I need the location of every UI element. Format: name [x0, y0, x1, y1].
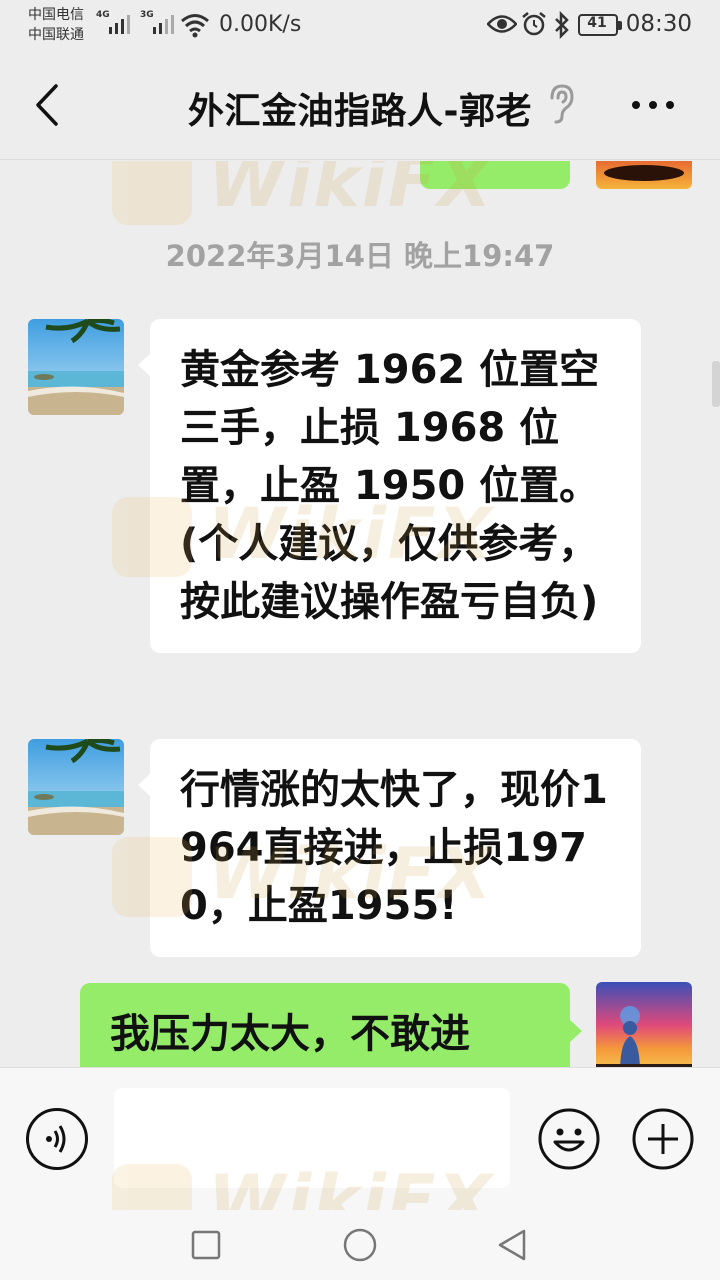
avatar-sunset-image	[596, 982, 692, 1067]
input-bar: WikiFX	[0, 1067, 720, 1244]
ear-icon	[550, 84, 574, 124]
battery-indicator: 41	[578, 14, 622, 36]
add-button[interactable]	[632, 1108, 694, 1170]
avatar-beach-image	[28, 739, 124, 835]
message-input[interactable]	[114, 1088, 510, 1188]
alarm-icon	[522, 12, 546, 36]
contact-avatar[interactable]	[28, 319, 124, 415]
my-avatar[interactable]	[596, 161, 692, 189]
wifi-icon	[181, 14, 209, 38]
back-triangle-icon[interactable]	[492, 1225, 532, 1265]
network-speed: 0.00K/s	[219, 12, 302, 37]
more-dots-icon[interactable]	[628, 90, 678, 120]
carrier-1: 中国电信	[28, 7, 84, 23]
home-icon[interactable]	[340, 1225, 380, 1265]
system-navigation-bar	[0, 1210, 720, 1280]
carrier-stack: 中国电信 中国联通	[28, 5, 84, 45]
avatar-beach-image	[28, 319, 124, 415]
contact-avatar[interactable]	[28, 739, 124, 835]
recent-apps-icon[interactable]	[186, 1225, 226, 1265]
message-text: 黄金参考 1962 位置空三手，止损 1968 位置，止盈 1950 位置。(个…	[180, 347, 600, 625]
my-avatar[interactable]	[596, 982, 692, 1067]
outgoing-message-bubble[interactable]: 我压力太大，不敢进	[80, 983, 582, 1067]
message-text: 我压力太大，不敢进	[110, 1011, 470, 1057]
plus-circle-icon	[632, 1108, 694, 1170]
voice-icon	[46, 1125, 66, 1153]
chat-title: 外汇金油指路人-郭老	[188, 91, 532, 132]
signal-bars-icon	[109, 15, 130, 34]
chat-timestamp: 2022年3月14日 晚上19:47	[165, 239, 555, 273]
carrier-2: 中国联通	[28, 27, 84, 43]
scrollbar-thumb[interactable]	[712, 361, 720, 407]
incoming-message-bubble[interactable]: 行情涨的太快了，现价1964直接进，止损1970，止盈1955!	[138, 739, 641, 957]
message-text: 行情涨的太快了，现价1964直接进，止损1970，止盈1955!	[180, 767, 608, 929]
status-bar: 中国电信 中国联通 4G 3G 0.00K/s 41 08:30	[0, 0, 720, 50]
watermark-logo-icon	[112, 161, 192, 225]
clock: 08:30	[625, 11, 692, 37]
emoji-icon	[538, 1108, 600, 1170]
incoming-message-bubble[interactable]: 黄金参考 1962 位置空三手，止损 1968 位置，止盈 1950 位置。(个…	[138, 319, 641, 653]
eye-icon	[487, 15, 517, 33]
previous-outgoing-bubble[interactable]	[420, 161, 570, 189]
voice-button[interactable]	[26, 1108, 88, 1170]
signal-bars-icon	[153, 15, 174, 34]
avatar-sunset-image	[596, 161, 692, 189]
chat-area[interactable]: 2022年3月14日 晚上19:47 黄金参考 1962 位置空三手，止损 19…	[0, 161, 720, 1067]
chat-header: 外汇金油指路人-郭老	[0, 50, 720, 160]
emoji-button[interactable]	[538, 1108, 600, 1170]
bluetooth-icon	[555, 11, 569, 39]
battery-level: 41	[587, 15, 607, 31]
